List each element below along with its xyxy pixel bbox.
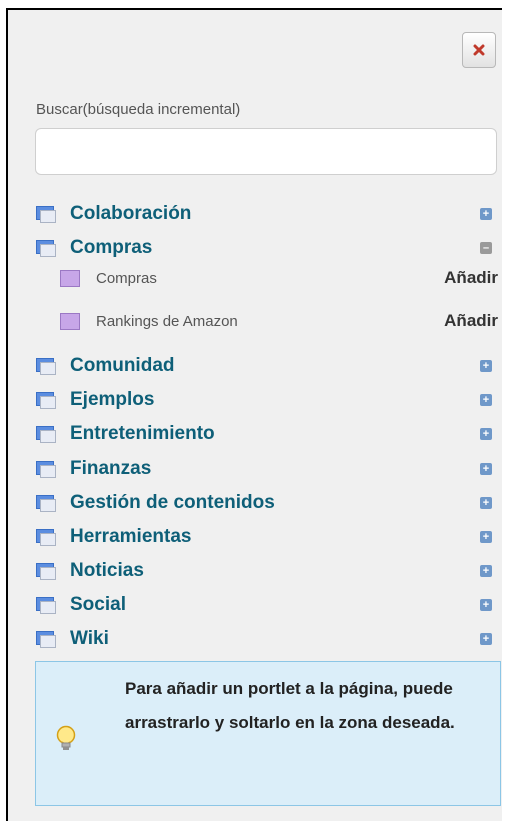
category-label: Colaboración [70,203,192,224]
category-label: Noticias [70,560,144,581]
add-portlet-link[interactable]: Añadir [444,311,498,331]
category-label: Entretenimiento [70,423,215,444]
category-label: Herramientas [70,526,192,547]
expand-icon[interactable]: + [480,565,492,577]
folder-icon [36,205,56,223]
category-comunidad[interactable]: Comunidad + [36,353,498,379]
expand-icon[interactable]: + [480,599,492,611]
folder-icon [36,562,56,580]
folder-icon [36,494,56,512]
portlet-icon [60,269,80,287]
category-entretenimiento[interactable]: Entretenimiento + [36,421,498,447]
category-noticias[interactable]: Noticias + [36,558,498,584]
expand-icon[interactable]: + [480,428,492,440]
category-ejemplos[interactable]: Ejemplos + [36,387,498,413]
folder-icon [36,391,56,409]
category-label: Gestión de contenidos [70,492,275,513]
category-finanzas[interactable]: Finanzas + [36,456,498,482]
category-label: Finanzas [70,458,152,479]
close-icon [473,44,485,56]
folder-icon [36,528,56,546]
expand-icon[interactable]: + [480,463,492,475]
close-button[interactable] [462,32,496,68]
folder-icon [36,425,56,443]
lightbulb-icon [55,725,77,758]
info-message: Para añadir un portlet a la página, pued… [125,679,455,732]
expand-icon[interactable]: + [480,531,492,543]
category-wiki[interactable]: Wiki + [36,626,498,652]
category-label: Comunidad [70,355,175,376]
expand-icon[interactable]: + [480,208,492,220]
portlet-label: Rankings de Amazon [96,312,238,330]
folder-icon [36,239,56,257]
expand-icon[interactable]: + [480,394,492,406]
category-compras[interactable]: Compras – [36,235,498,261]
category-label: Wiki [70,628,109,649]
info-message-box: Para añadir un portlet a la página, pued… [35,661,501,806]
portlet-label: Compras [96,269,157,287]
category-herramientas[interactable]: Herramientas + [36,524,498,550]
portlet-item-rankings-de-amazon[interactable]: Rankings de Amazon Añadir [60,306,498,336]
category-label: Compras [70,237,153,258]
category-social[interactable]: Social + [36,592,498,618]
add-portlet-link[interactable]: Añadir [444,268,498,288]
search-input[interactable] [35,128,497,175]
folder-icon [36,630,56,648]
expand-icon[interactable]: + [480,360,492,372]
expand-icon[interactable]: + [480,497,492,509]
category-label: Ejemplos [70,389,155,410]
search-label: Buscar(búsqueda incremental) [36,101,241,118]
portlet-icon [60,312,80,330]
category-gestion-de-contenidos[interactable]: Gestión de contenidos + [36,490,498,516]
add-application-panel: Buscar(búsqueda incremental) Colaboració… [6,8,502,821]
folder-icon [36,460,56,478]
folder-icon [36,596,56,614]
collapse-icon[interactable]: – [480,242,492,254]
category-colaboracion[interactable]: Colaboración + [36,201,498,227]
category-label: Social [70,594,126,615]
portlet-item-compras[interactable]: Compras Añadir [60,263,498,293]
expand-icon[interactable]: + [480,633,492,645]
folder-icon [36,357,56,375]
